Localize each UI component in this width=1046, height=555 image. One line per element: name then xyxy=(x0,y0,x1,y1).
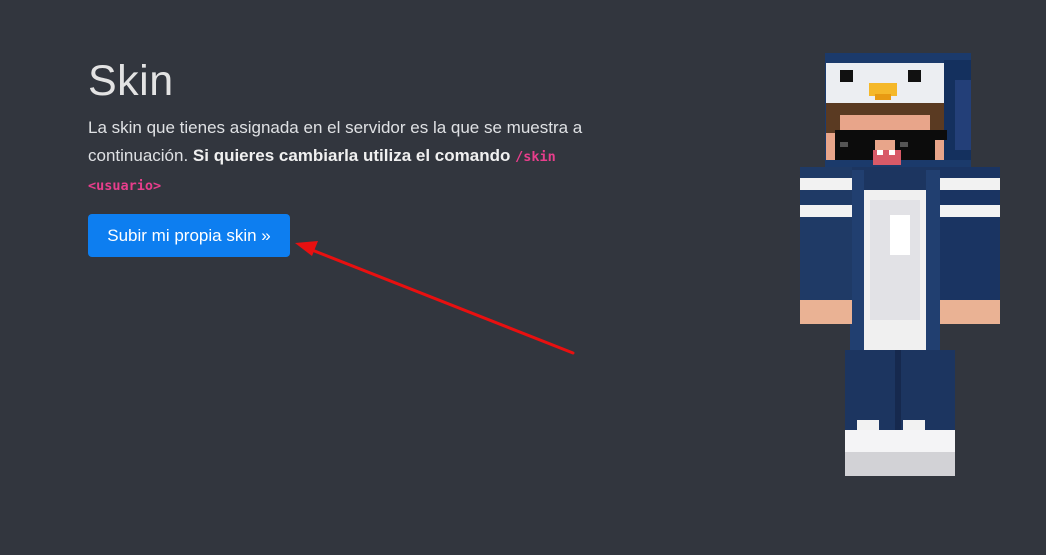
minecraft-skin-icon xyxy=(800,53,1000,476)
main-content: Skin La skin que tienes asignada en el s… xyxy=(88,52,628,200)
skin-description: La skin que tienes asignada en el servid… xyxy=(88,114,608,200)
page-title: Skin xyxy=(88,57,174,105)
arrow-shaft xyxy=(310,248,575,355)
upload-skin-button[interactable]: Subir mi propia skin » xyxy=(88,214,290,257)
arrow-head xyxy=(295,241,318,256)
description-bold: Si quieres cambiarla utiliza el comando xyxy=(192,146,511,165)
